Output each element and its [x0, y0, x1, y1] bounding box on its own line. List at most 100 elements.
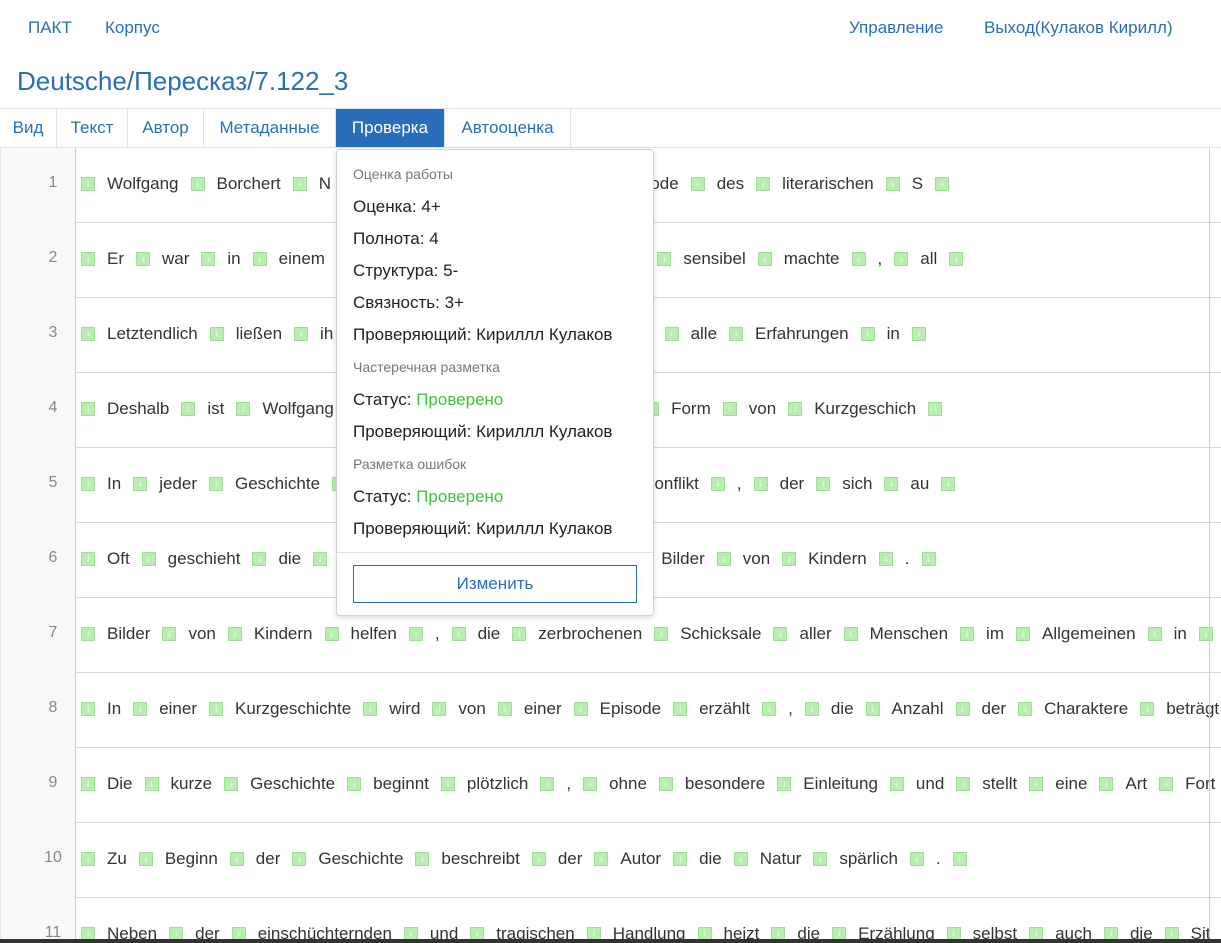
token[interactable]: beginnt: [373, 774, 429, 794]
token[interactable]: die: [831, 699, 854, 719]
down-arrow-icon[interactable]: ↓: [512, 627, 527, 641]
down-arrow-icon[interactable]: ↓: [1159, 777, 1174, 791]
down-arrow-icon[interactable]: ↓: [209, 702, 223, 716]
nav-manage-link[interactable]: Управление: [849, 18, 944, 38]
token[interactable]: sensibel: [683, 249, 745, 269]
token[interactable]: der: [558, 849, 583, 869]
token[interactable]: Oft: [107, 549, 130, 569]
down-arrow-icon[interactable]: ↓: [813, 852, 828, 866]
down-arrow-icon[interactable]: ↓: [1016, 627, 1030, 641]
down-arrow-icon[interactable]: ↓: [658, 777, 673, 791]
token[interactable]: Bilder: [661, 549, 704, 569]
token[interactable]: ,: [737, 474, 742, 494]
token[interactable]: von: [749, 399, 776, 419]
token[interactable]: Kurzgeschich: [814, 399, 916, 419]
down-arrow-icon[interactable]: ↓: [451, 627, 466, 641]
token[interactable]: literarischen: [782, 174, 874, 194]
down-arrow-icon[interactable]: ↓: [884, 477, 899, 491]
down-arrow-icon[interactable]: ↓: [133, 702, 148, 716]
token[interactable]: beschreibt: [441, 849, 519, 869]
token[interactable]: in: [227, 249, 240, 269]
down-arrow-icon[interactable]: ↓: [960, 627, 975, 641]
down-arrow-icon[interactable]: ↓: [138, 852, 153, 866]
token[interactable]: Erfahrungen: [755, 324, 849, 344]
down-arrow-icon[interactable]: ↓: [81, 777, 95, 791]
down-arrow-icon[interactable]: ↓: [81, 252, 95, 266]
down-arrow-icon[interactable]: ↓: [209, 477, 223, 491]
down-arrow-icon[interactable]: ↓: [716, 552, 731, 566]
down-arrow-icon[interactable]: ↓: [952, 852, 967, 866]
token[interactable]: eine: [1055, 774, 1087, 794]
token[interactable]: Allgemeinen: [1042, 624, 1136, 644]
token[interactable]: aller: [799, 624, 831, 644]
down-arrow-icon[interactable]: ↓: [816, 477, 831, 491]
token[interactable]: einer: [524, 699, 562, 719]
token[interactable]: Schicksale: [680, 624, 761, 644]
token[interactable]: Fort: [1185, 774, 1215, 794]
down-arrow-icon[interactable]: ↓: [133, 477, 148, 491]
token[interactable]: ohne: [609, 774, 647, 794]
down-arrow-icon[interactable]: ↓: [1140, 702, 1155, 716]
down-arrow-icon[interactable]: ↓: [540, 777, 555, 791]
token[interactable]: Geschichte: [235, 474, 320, 494]
token[interactable]: Beginn: [165, 849, 218, 869]
token[interactable]: Er: [107, 249, 124, 269]
token[interactable]: Deshalb: [107, 399, 169, 419]
token[interactable]: Borchert: [217, 174, 281, 194]
token[interactable]: N: [319, 174, 331, 194]
down-arrow-icon[interactable]: ↓: [673, 852, 688, 866]
down-arrow-icon[interactable]: ↓: [673, 702, 688, 716]
token[interactable]: jeder: [159, 474, 197, 494]
down-arrow-icon[interactable]: ↓: [81, 177, 95, 191]
tab-text[interactable]: Текст: [57, 109, 128, 147]
down-arrow-icon[interactable]: ↓: [347, 777, 362, 791]
down-arrow-icon[interactable]: ↓: [415, 852, 430, 866]
token[interactable]: in: [1174, 624, 1187, 644]
token[interactable]: Kindern: [254, 624, 313, 644]
down-arrow-icon[interactable]: ↓: [292, 852, 307, 866]
down-arrow-icon[interactable]: ↓: [690, 177, 705, 191]
bottom-scrollbar[interactable]: [0, 939, 1221, 943]
token[interactable]: geschieht: [168, 549, 241, 569]
down-arrow-icon[interactable]: ↓: [909, 852, 924, 866]
token[interactable]: Wolfgang: [262, 399, 334, 419]
token[interactable]: Geschichte: [250, 774, 335, 794]
down-arrow-icon[interactable]: ↓: [955, 702, 970, 716]
down-arrow-icon[interactable]: ↓: [209, 327, 224, 341]
token[interactable]: erzählt: [699, 699, 750, 719]
token[interactable]: Autor: [620, 849, 661, 869]
token[interactable]: stellt: [982, 774, 1017, 794]
tab-metadata[interactable]: Метаданные: [204, 109, 336, 147]
down-arrow-icon[interactable]: ↓: [81, 702, 95, 716]
down-arrow-icon[interactable]: ↓: [573, 702, 588, 716]
down-arrow-icon[interactable]: ↓: [181, 402, 196, 416]
token[interactable]: In: [107, 699, 121, 719]
token[interactable]: in: [887, 324, 900, 344]
down-arrow-icon[interactable]: ↓: [894, 252, 909, 266]
token[interactable]: ,: [788, 699, 793, 719]
down-arrow-icon[interactable]: ↓: [190, 177, 205, 191]
down-arrow-icon[interactable]: ↓: [227, 627, 242, 641]
down-arrow-icon[interactable]: ↓: [440, 777, 455, 791]
down-arrow-icon[interactable]: ↓: [878, 552, 893, 566]
down-arrow-icon[interactable]: ↓: [236, 402, 251, 416]
down-arrow-icon[interactable]: ↓: [788, 402, 803, 416]
token[interactable]: Letztendlich: [107, 324, 198, 344]
down-arrow-icon[interactable]: ↓: [657, 252, 672, 266]
token[interactable]: der: [256, 849, 281, 869]
token[interactable]: Geschichte: [318, 849, 403, 869]
down-arrow-icon[interactable]: ↓: [201, 252, 216, 266]
down-arrow-icon[interactable]: ↓: [889, 777, 904, 791]
tab-review[interactable]: Проверка: [336, 109, 445, 147]
down-arrow-icon[interactable]: ↓: [1029, 777, 1044, 791]
token[interactable]: .: [936, 849, 941, 869]
down-arrow-icon[interactable]: ↓: [313, 552, 328, 566]
down-arrow-icon[interactable]: ↓: [722, 402, 737, 416]
token[interactable]: Die: [107, 774, 133, 794]
tab-author[interactable]: Автор: [128, 109, 204, 147]
down-arrow-icon[interactable]: ↓: [432, 702, 447, 716]
down-arrow-icon[interactable]: ↓: [81, 477, 95, 491]
token[interactable]: plötzlich: [467, 774, 528, 794]
token[interactable]: wird: [389, 699, 420, 719]
token[interactable]: und: [916, 774, 944, 794]
